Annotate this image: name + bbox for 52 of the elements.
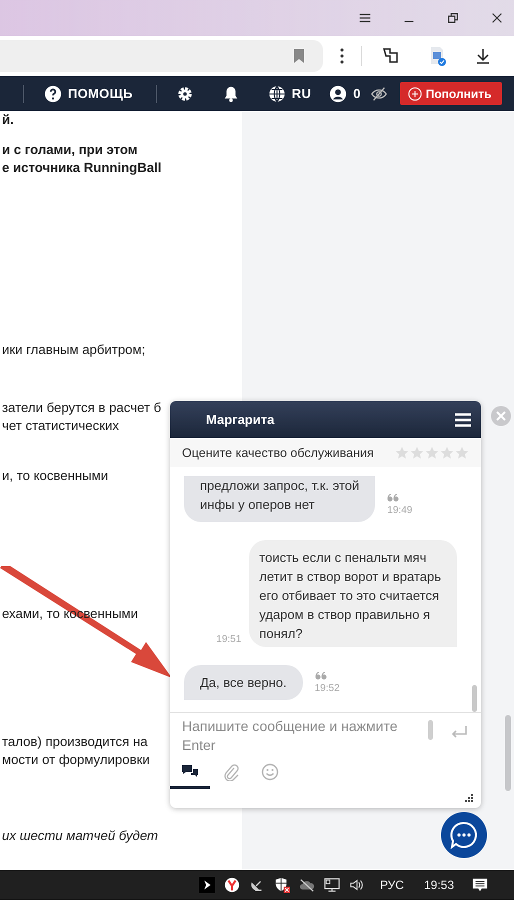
message-time: 19:51 xyxy=(216,634,242,645)
text-paragraph: и, то косвенными xyxy=(2,467,108,485)
close-icon[interactable] xyxy=(490,11,504,25)
rating-label: Оцените качество обслуживания xyxy=(182,446,374,460)
star-rating[interactable] xyxy=(395,446,469,460)
address-field[interactable] xyxy=(0,40,323,72)
close-icon xyxy=(491,406,511,426)
text-paragraph: и с голами, при этом е источника RunningBall xyxy=(2,141,162,177)
menu-icon[interactable] xyxy=(455,412,471,426)
input-language[interactable]: РУС xyxy=(380,878,404,892)
account-balance[interactable]: 0 xyxy=(329,84,361,102)
globe-icon xyxy=(268,84,286,102)
message-time: 19:52 xyxy=(314,683,340,694)
text-paragraph: ики главным арбитром; xyxy=(2,341,146,359)
topup-button[interactable]: Пополнить xyxy=(400,82,502,105)
text-paragraph: талов) производится на мости от формулировки xyxy=(2,733,150,769)
clock[interactable]: 19:53 xyxy=(424,878,454,892)
settings-icon[interactable] xyxy=(176,84,194,102)
restore-icon[interactable] xyxy=(446,11,460,25)
volume-icon[interactable] xyxy=(348,877,365,893)
more-icon[interactable] xyxy=(340,48,344,64)
text-paragraph: их шести матчей будет xyxy=(2,827,158,845)
message-time: 19:49 xyxy=(387,505,412,516)
scrollbar-thumb[interactable] xyxy=(428,720,433,740)
help-link[interactable]: ПОМОЩЬ xyxy=(44,84,133,102)
quote-icon xyxy=(314,672,327,680)
network-icon[interactable] xyxy=(324,877,340,893)
message-bubble: тоисть если с пенальти мяч летит в створ ворот и вратарь его отбивает то это считается ударом в створ правильно я понял? xyxy=(249,540,457,647)
help-icon xyxy=(44,84,62,102)
media-player-icon[interactable] xyxy=(198,877,215,893)
language-selector[interactable]: RU xyxy=(268,84,312,102)
cloud-offline-icon[interactable] xyxy=(298,877,315,893)
notification-icon[interactable] xyxy=(472,877,488,893)
user-icon xyxy=(329,84,348,102)
smiley-icon xyxy=(261,763,279,781)
browser-icon[interactable] xyxy=(224,877,240,893)
plus-circle-icon xyxy=(408,86,422,100)
scrollbar-thumb[interactable] xyxy=(472,685,477,712)
quote-icon xyxy=(387,494,400,502)
message-bubble: предложи запрос, т.к. этой инфы у оперов нет xyxy=(184,476,376,522)
agent-name: Маргарита xyxy=(206,412,274,427)
message-bubble: Да, все верно. xyxy=(184,665,303,700)
speech-bubble-icon xyxy=(449,820,479,850)
eye-slash-icon[interactable] xyxy=(370,84,388,102)
resize-grip-icon[interactable] xyxy=(465,794,473,802)
bookmark-icon[interactable] xyxy=(294,49,304,63)
text-paragraph: й. xyxy=(2,111,14,129)
text-paragraph: затели берутся в расчет б чет статистических xyxy=(2,399,162,435)
scrollbar-thumb[interactable] xyxy=(505,715,511,791)
menu-icon[interactable] xyxy=(358,11,372,25)
extension-icon[interactable] xyxy=(381,46,401,66)
shield-icon[interactable] xyxy=(274,877,290,893)
